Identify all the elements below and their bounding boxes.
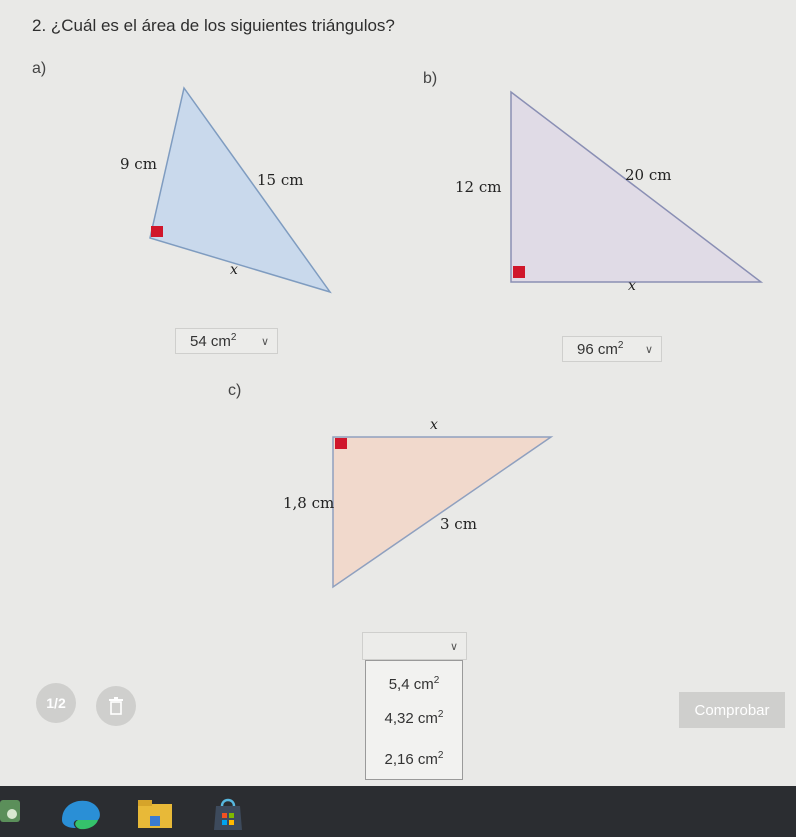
triangle-b (510, 90, 764, 283)
triangle-c-shape (332, 436, 554, 589)
folder-icon[interactable] (138, 800, 174, 830)
option-3[interactable]: 2,16 cm2 (366, 750, 462, 768)
triangle-c-side-top: x (430, 417, 438, 433)
trash-icon (109, 697, 123, 715)
triangle-a-side-hyp: 15 cm (257, 171, 304, 189)
check-button[interactable]: Comprobar (679, 692, 785, 728)
right-angle-marker-a (151, 226, 163, 237)
right-angle-marker-b (513, 266, 525, 278)
triangle-c (332, 436, 554, 589)
taskbar (0, 786, 796, 837)
triangle-b-side-left: 12 cm (455, 178, 502, 196)
page-indicator: 1/2 (36, 683, 76, 723)
answer-a-value: 54 cm2 (190, 332, 237, 350)
triangle-c-side-left: 1,8 cm (283, 494, 335, 512)
question-title: 2. ¿Cuál es el área de los siguientes tr… (32, 16, 395, 35)
app-icon[interactable] (0, 796, 24, 826)
triangle-b-side-hyp: 20 cm (625, 166, 672, 184)
answer-b-dropdown[interactable]: 96 cm2 ∨ (562, 336, 662, 362)
triangle-b-shape (510, 90, 764, 283)
triangle-a-side-bottom: x (230, 262, 238, 278)
store-icon[interactable] (210, 796, 246, 832)
option-2[interactable]: 4,32 cm2 (366, 709, 462, 727)
chevron-down-icon: ∨ (449, 641, 458, 653)
answer-c-options-list: 5,4 cm2 4,32 cm2 2,16 cm2 (365, 660, 463, 780)
edge-browser-icon[interactable] (58, 796, 104, 830)
part-b-label: b) (423, 70, 438, 87)
triangle-b-side-bottom: x (628, 278, 636, 294)
chevron-down-icon: ∨ (644, 343, 653, 356)
triangle-a (149, 86, 332, 294)
answer-a-dropdown[interactable]: 54 cm2 ∨ (175, 328, 278, 354)
answer-b-value: 96 cm2 (577, 340, 624, 358)
triangle-c-side-hyp: 3 cm (440, 515, 477, 533)
trash-button[interactable] (96, 686, 136, 726)
chevron-down-icon: ∨ (260, 335, 269, 348)
part-a-label: a) (32, 60, 47, 77)
right-angle-marker-c (335, 438, 347, 449)
triangle-a-shape (149, 86, 332, 294)
part-c-label: c) (228, 382, 242, 399)
answer-c-dropdown[interactable]: ∨ (362, 632, 467, 660)
triangle-a-side-left: 9 cm (120, 155, 157, 173)
option-1[interactable]: 5,4 cm2 (366, 675, 462, 693)
